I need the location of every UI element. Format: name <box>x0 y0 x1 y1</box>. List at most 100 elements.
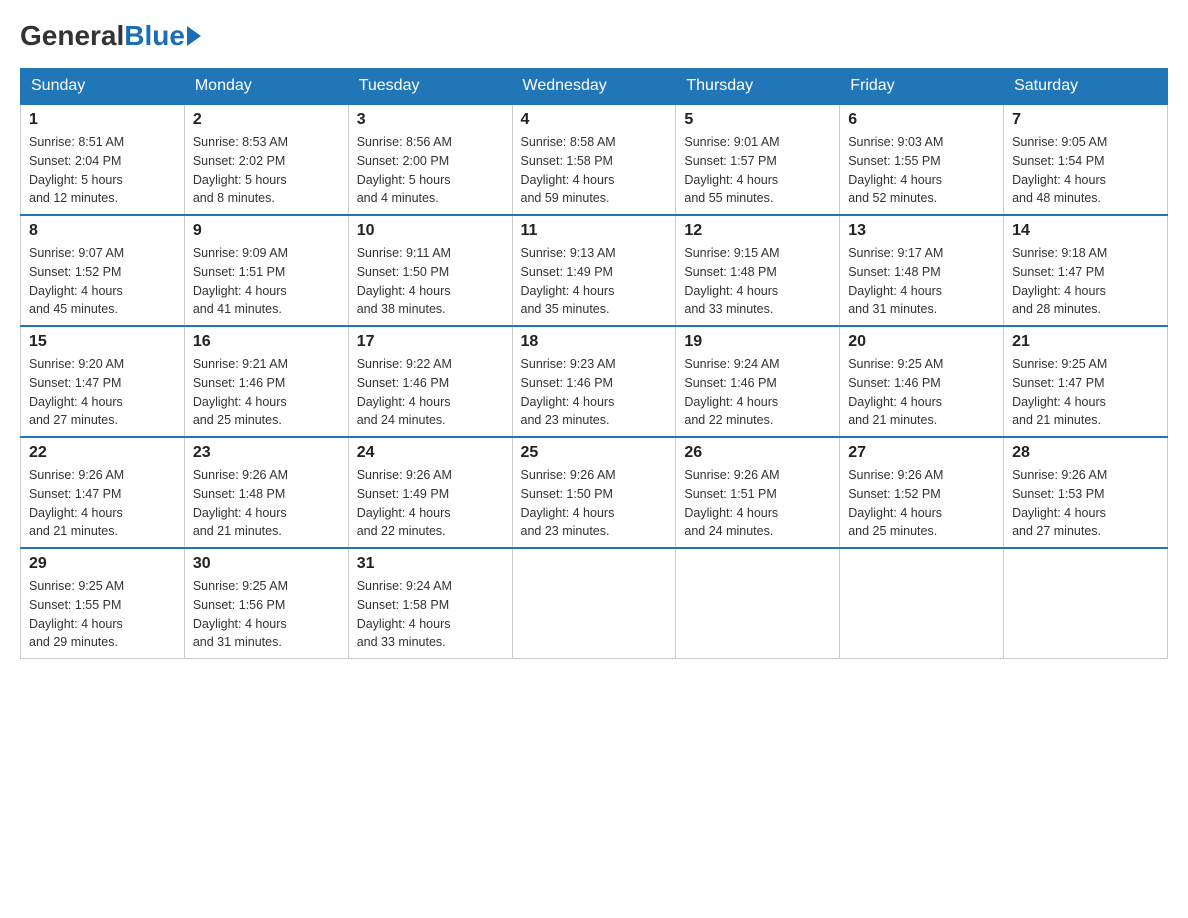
day-info: Sunrise: 9:09 AMSunset: 1:51 PMDaylight:… <box>193 244 340 319</box>
day-number: 28 <box>1012 444 1159 462</box>
day-info: Sunrise: 9:26 AMSunset: 1:51 PMDaylight:… <box>684 466 831 541</box>
day-info: Sunrise: 9:03 AMSunset: 1:55 PMDaylight:… <box>848 133 995 208</box>
calendar-cell: 2 Sunrise: 8:53 AMSunset: 2:02 PMDayligh… <box>184 104 348 215</box>
day-info: Sunrise: 9:25 AMSunset: 1:47 PMDaylight:… <box>1012 355 1159 430</box>
calendar-cell: 10 Sunrise: 9:11 AMSunset: 1:50 PMDaylig… <box>348 215 512 326</box>
day-number: 10 <box>357 222 504 240</box>
day-number: 14 <box>1012 222 1159 240</box>
day-info: Sunrise: 9:25 AMSunset: 1:46 PMDaylight:… <box>848 355 995 430</box>
day-info: Sunrise: 8:53 AMSunset: 2:02 PMDaylight:… <box>193 133 340 208</box>
day-number: 31 <box>357 555 504 573</box>
week-row-1: 1 Sunrise: 8:51 AMSunset: 2:04 PMDayligh… <box>21 104 1168 215</box>
week-row-2: 8 Sunrise: 9:07 AMSunset: 1:52 PMDayligh… <box>21 215 1168 326</box>
calendar-cell: 29 Sunrise: 9:25 AMSunset: 1:55 PMDaylig… <box>21 548 185 659</box>
day-number: 27 <box>848 444 995 462</box>
day-info: Sunrise: 9:26 AMSunset: 1:50 PMDaylight:… <box>521 466 668 541</box>
day-info: Sunrise: 9:23 AMSunset: 1:46 PMDaylight:… <box>521 355 668 430</box>
calendar-cell: 26 Sunrise: 9:26 AMSunset: 1:51 PMDaylig… <box>676 437 840 548</box>
day-info: Sunrise: 8:56 AMSunset: 2:00 PMDaylight:… <box>357 133 504 208</box>
day-number: 16 <box>193 333 340 351</box>
calendar-cell: 15 Sunrise: 9:20 AMSunset: 1:47 PMDaylig… <box>21 326 185 437</box>
calendar-table: SundayMondayTuesdayWednesdayThursdayFrid… <box>20 68 1168 659</box>
logo: General Blue <box>20 20 201 52</box>
day-info: Sunrise: 9:26 AMSunset: 1:47 PMDaylight:… <box>29 466 176 541</box>
day-number: 19 <box>684 333 831 351</box>
calendar-cell: 25 Sunrise: 9:26 AMSunset: 1:50 PMDaylig… <box>512 437 676 548</box>
calendar-cell: 5 Sunrise: 9:01 AMSunset: 1:57 PMDayligh… <box>676 104 840 215</box>
day-number: 30 <box>193 555 340 573</box>
day-number: 23 <box>193 444 340 462</box>
day-info: Sunrise: 9:26 AMSunset: 1:48 PMDaylight:… <box>193 466 340 541</box>
day-info: Sunrise: 9:24 AMSunset: 1:58 PMDaylight:… <box>357 577 504 652</box>
calendar-cell: 30 Sunrise: 9:25 AMSunset: 1:56 PMDaylig… <box>184 548 348 659</box>
calendar-cell: 18 Sunrise: 9:23 AMSunset: 1:46 PMDaylig… <box>512 326 676 437</box>
day-info: Sunrise: 9:26 AMSunset: 1:53 PMDaylight:… <box>1012 466 1159 541</box>
day-number: 9 <box>193 222 340 240</box>
day-info: Sunrise: 9:17 AMSunset: 1:48 PMDaylight:… <box>848 244 995 319</box>
calendar-cell <box>512 548 676 659</box>
day-info: Sunrise: 9:11 AMSunset: 1:50 PMDaylight:… <box>357 244 504 319</box>
day-info: Sunrise: 9:26 AMSunset: 1:52 PMDaylight:… <box>848 466 995 541</box>
day-number: 20 <box>848 333 995 351</box>
calendar-cell: 3 Sunrise: 8:56 AMSunset: 2:00 PMDayligh… <box>348 104 512 215</box>
day-number: 1 <box>29 111 176 129</box>
day-number: 17 <box>357 333 504 351</box>
day-number: 18 <box>521 333 668 351</box>
calendar-cell: 21 Sunrise: 9:25 AMSunset: 1:47 PMDaylig… <box>1004 326 1168 437</box>
calendar-cell <box>840 548 1004 659</box>
day-info: Sunrise: 9:15 AMSunset: 1:48 PMDaylight:… <box>684 244 831 319</box>
calendar-cell: 11 Sunrise: 9:13 AMSunset: 1:49 PMDaylig… <box>512 215 676 326</box>
day-number: 8 <box>29 222 176 240</box>
calendar-cell: 22 Sunrise: 9:26 AMSunset: 1:47 PMDaylig… <box>21 437 185 548</box>
calendar-cell: 7 Sunrise: 9:05 AMSunset: 1:54 PMDayligh… <box>1004 104 1168 215</box>
page-header: General Blue <box>20 20 1168 52</box>
week-row-4: 22 Sunrise: 9:26 AMSunset: 1:47 PMDaylig… <box>21 437 1168 548</box>
day-info: Sunrise: 9:05 AMSunset: 1:54 PMDaylight:… <box>1012 133 1159 208</box>
day-number: 15 <box>29 333 176 351</box>
day-info: Sunrise: 9:24 AMSunset: 1:46 PMDaylight:… <box>684 355 831 430</box>
calendar-body: 1 Sunrise: 8:51 AMSunset: 2:04 PMDayligh… <box>21 104 1168 659</box>
logo-general-text: General <box>20 20 124 52</box>
day-number: 11 <box>521 222 668 240</box>
logo-blue-text: Blue <box>124 20 185 52</box>
calendar-cell: 4 Sunrise: 8:58 AMSunset: 1:58 PMDayligh… <box>512 104 676 215</box>
day-info: Sunrise: 9:26 AMSunset: 1:49 PMDaylight:… <box>357 466 504 541</box>
calendar-cell <box>1004 548 1168 659</box>
day-number: 24 <box>357 444 504 462</box>
day-info: Sunrise: 9:01 AMSunset: 1:57 PMDaylight:… <box>684 133 831 208</box>
column-header-saturday: Saturday <box>1004 69 1168 105</box>
column-header-friday: Friday <box>840 69 1004 105</box>
column-header-tuesday: Tuesday <box>348 69 512 105</box>
day-number: 12 <box>684 222 831 240</box>
calendar-cell: 13 Sunrise: 9:17 AMSunset: 1:48 PMDaylig… <box>840 215 1004 326</box>
calendar-cell <box>676 548 840 659</box>
calendar-cell: 8 Sunrise: 9:07 AMSunset: 1:52 PMDayligh… <box>21 215 185 326</box>
calendar-cell: 28 Sunrise: 9:26 AMSunset: 1:53 PMDaylig… <box>1004 437 1168 548</box>
day-info: Sunrise: 9:20 AMSunset: 1:47 PMDaylight:… <box>29 355 176 430</box>
day-number: 7 <box>1012 111 1159 129</box>
calendar-cell: 1 Sunrise: 8:51 AMSunset: 2:04 PMDayligh… <box>21 104 185 215</box>
day-number: 21 <box>1012 333 1159 351</box>
day-info: Sunrise: 9:25 AMSunset: 1:55 PMDaylight:… <box>29 577 176 652</box>
calendar-cell: 24 Sunrise: 9:26 AMSunset: 1:49 PMDaylig… <box>348 437 512 548</box>
day-number: 13 <box>848 222 995 240</box>
day-number: 3 <box>357 111 504 129</box>
column-header-sunday: Sunday <box>21 69 185 105</box>
week-row-3: 15 Sunrise: 9:20 AMSunset: 1:47 PMDaylig… <box>21 326 1168 437</box>
logo-blue-part: Blue <box>124 20 201 52</box>
column-header-wednesday: Wednesday <box>512 69 676 105</box>
day-number: 5 <box>684 111 831 129</box>
day-number: 26 <box>684 444 831 462</box>
calendar-header-row: SundayMondayTuesdayWednesdayThursdayFrid… <box>21 69 1168 105</box>
day-info: Sunrise: 9:18 AMSunset: 1:47 PMDaylight:… <box>1012 244 1159 319</box>
calendar-cell: 31 Sunrise: 9:24 AMSunset: 1:58 PMDaylig… <box>348 548 512 659</box>
day-info: Sunrise: 9:22 AMSunset: 1:46 PMDaylight:… <box>357 355 504 430</box>
column-header-thursday: Thursday <box>676 69 840 105</box>
calendar-cell: 17 Sunrise: 9:22 AMSunset: 1:46 PMDaylig… <box>348 326 512 437</box>
week-row-5: 29 Sunrise: 9:25 AMSunset: 1:55 PMDaylig… <box>21 548 1168 659</box>
calendar-cell: 27 Sunrise: 9:26 AMSunset: 1:52 PMDaylig… <box>840 437 1004 548</box>
day-info: Sunrise: 9:25 AMSunset: 1:56 PMDaylight:… <box>193 577 340 652</box>
calendar-cell: 9 Sunrise: 9:09 AMSunset: 1:51 PMDayligh… <box>184 215 348 326</box>
day-number: 6 <box>848 111 995 129</box>
day-info: Sunrise: 8:51 AMSunset: 2:04 PMDaylight:… <box>29 133 176 208</box>
